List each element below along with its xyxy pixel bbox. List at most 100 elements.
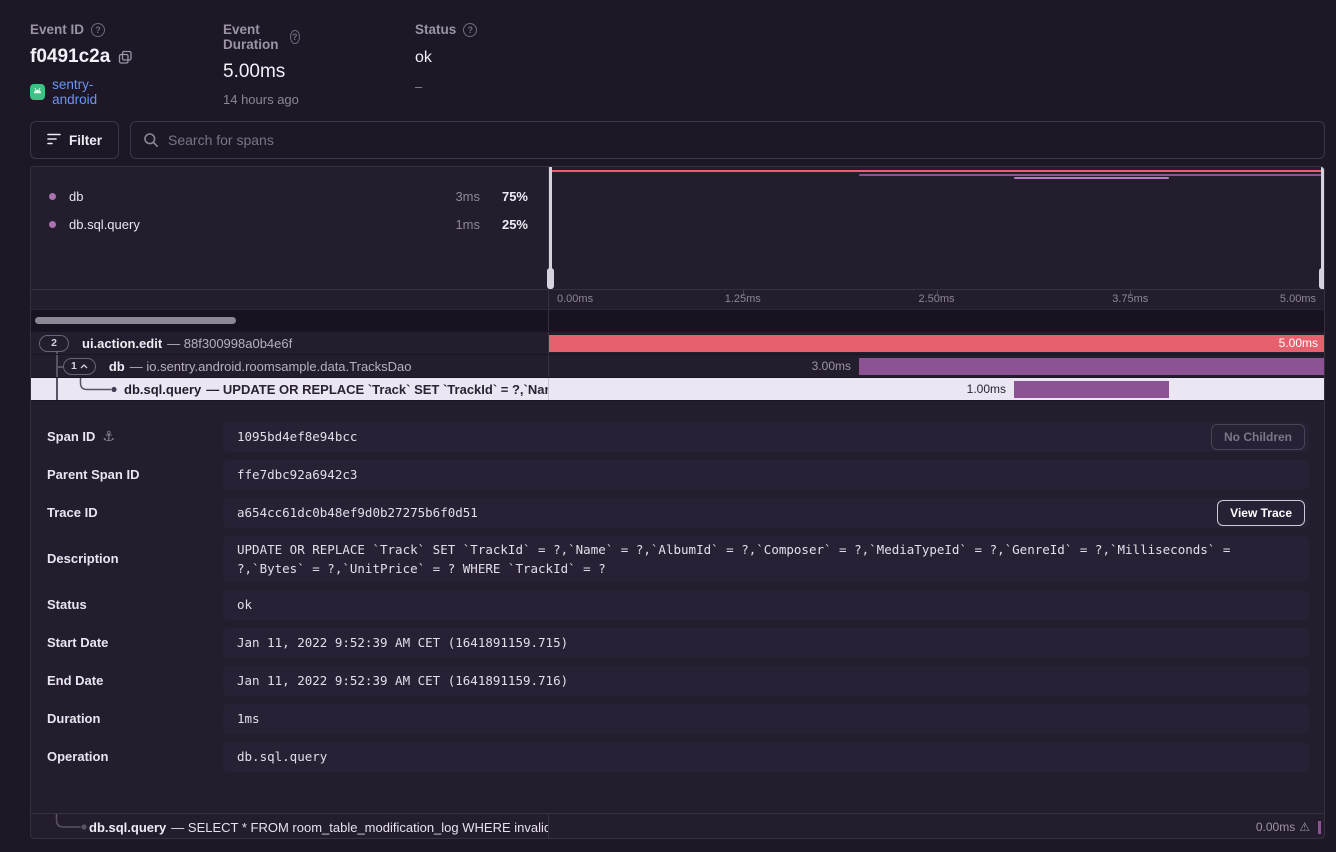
time-axis-row: 0.00ms 1.25ms 2.50ms 3.75ms 5.00ms [31, 289, 1324, 309]
time-axis: 0.00ms 1.25ms 2.50ms 3.75ms 5.00ms [549, 290, 1324, 309]
op-duration: 1ms [432, 217, 480, 232]
minimap-right-handle[interactable] [1321, 167, 1324, 289]
ops-breakdown-item-db[interactable]: db 3ms 75% [31, 182, 548, 210]
status-row-label: Status [47, 590, 87, 620]
span-op: db.sql.query [124, 382, 201, 397]
event-duration-ago: 14 hours ago [223, 92, 300, 107]
span-duration-label: 0.00ms [1256, 814, 1295, 839]
minimap-left-handle[interactable] [549, 167, 552, 289]
horizontal-scrollbar-thumb[interactable] [35, 317, 236, 324]
ops-breakdown: db 3ms 75% db.sql.query 1ms 25% [31, 167, 549, 289]
no-children-badge: No Children [1211, 424, 1305, 450]
event-id-value: f0491c2a [30, 46, 110, 68]
scroll-strip [31, 309, 1324, 331]
span-op: db [109, 359, 125, 374]
filter-icon [47, 133, 61, 148]
axis-tick-label: 3.75ms [1112, 293, 1148, 305]
ops-breakdown-item-db-sql-query[interactable]: db.sql.query 1ms 25% [31, 210, 548, 238]
help-icon[interactable]: ? [463, 23, 477, 37]
op-name: db.sql.query [69, 217, 432, 232]
span-id-value: 1095bd4ef8e94bcc No Children [223, 422, 1309, 452]
span-row-ui-action-edit[interactable]: 2 ui.action.edit — 88f300998a0b4e6f 5.00… [31, 331, 1324, 354]
span-description: — io.sentry.android.roomsample.data.Trac… [130, 359, 412, 374]
toolbar: Filter [30, 121, 1325, 159]
start-date-value: Jan 11, 2022 9:52:39 AM CET (1641891159.… [223, 628, 1309, 658]
span-duration-label: 5.00ms [1279, 332, 1318, 355]
help-icon[interactable]: ? [91, 23, 105, 37]
vertical-scrollbar-thumb[interactable] [1324, 405, 1325, 833]
copy-icon[interactable] [118, 50, 133, 65]
project-link[interactable]: sentry-android [52, 77, 133, 107]
span-children-badge[interactable]: 1 [63, 358, 96, 375]
op-color-dot [49, 221, 56, 228]
span-row-db-sql-query-selected[interactable]: db.sql.query — UPDATE OR REPLACE `Track`… [31, 377, 1324, 400]
help-icon[interactable]: ? [290, 30, 300, 44]
event-id-label: Event ID [30, 22, 84, 37]
minimap-span-line [859, 174, 1324, 176]
operation-value: db.sql.query [223, 742, 1309, 772]
status-value: ok [415, 49, 477, 67]
tree-connector [55, 814, 95, 839]
anchor-icon[interactable]: ⚓ [102, 422, 115, 452]
span-description: — UPDATE OR REPLACE `Track` SET `TrackId… [206, 382, 549, 397]
warning-icon: ⚠ [1299, 814, 1310, 839]
span-op: ui.action.edit [82, 336, 162, 351]
event-duration-label: Event Duration [223, 22, 283, 52]
event-id-label-row: Event ID ? [30, 22, 133, 37]
axis-tick-label: 1.25ms [725, 293, 761, 305]
span-row-db-sql-query-select[interactable]: db.sql.query — SELECT * FROM room_table_… [31, 813, 1324, 839]
status-sub: – [415, 79, 477, 94]
axis-tick-label: 0.00ms [557, 293, 593, 305]
duration-row-value: 1ms [223, 704, 1309, 734]
span-bar[interactable] [1014, 381, 1169, 398]
start-date-label: Start Date [47, 628, 108, 658]
parent-span-id-label: Parent Span ID [47, 460, 139, 490]
minimap-span-line [549, 170, 1324, 172]
view-trace-button[interactable]: View Trace [1217, 500, 1305, 526]
span-op: db.sql.query [89, 820, 166, 835]
parent-span-id-value: ffe7dbc92a6942c3 [223, 460, 1309, 490]
span-description: — SELECT * FROM room_table_modification_… [171, 820, 549, 835]
trace-view-panel: db 3ms 75% db.sql.query 1ms 25% [30, 166, 1325, 839]
end-date-label: End Date [47, 666, 103, 696]
android-project-icon [30, 84, 45, 100]
minimap-row: db 3ms 75% db.sql.query 1ms 25% [31, 167, 1324, 289]
filter-button[interactable]: Filter [30, 121, 119, 159]
span-bar [1318, 821, 1321, 834]
span-row-db[interactable]: 1 db — io.sentry.android.roomsample.data… [31, 354, 1324, 377]
event-duration-value: 5.00ms [223, 61, 300, 83]
op-color-dot [49, 193, 56, 200]
filter-button-label: Filter [69, 133, 102, 148]
description-value: UPDATE OR REPLACE `Track` SET `TrackId` … [223, 536, 1309, 582]
status-label: Status [415, 22, 456, 37]
tree-connector [56, 378, 58, 400]
end-date-value: Jan 11, 2022 9:52:39 AM CET (1641891159.… [223, 666, 1309, 696]
span-duration-label: 3.00ms [812, 355, 851, 378]
span-id-label: Span ID [47, 422, 95, 452]
op-duration: 3ms [432, 189, 480, 204]
op-percent: 25% [492, 217, 528, 232]
event-id-section: Event ID ? f0491c2a s [30, 22, 133, 107]
span-children-badge[interactable]: 2 [39, 335, 69, 352]
chevron-up-icon [80, 364, 88, 369]
status-row-value: ok [223, 590, 1309, 620]
status-section: Status ? ok – [415, 22, 477, 94]
tree-connector [56, 352, 58, 354]
span-duration-label: 1.00ms [967, 378, 1006, 401]
tree-connector [56, 366, 63, 368]
op-percent: 75% [492, 189, 528, 204]
description-label: Description [47, 544, 119, 574]
minimap-span-line [1014, 177, 1169, 179]
span-detail-panel: Span ID ⚓ 1095bd4ef8e94bcc No Children P… [31, 400, 1324, 813]
trace-id-label: Trace ID [47, 498, 98, 528]
span-description: — 88f300998a0b4e6f [167, 336, 292, 351]
trace-minimap[interactable] [549, 167, 1324, 289]
search-input[interactable] [168, 132, 1312, 148]
trace-id-value: a654cc61dc0b48ef9d0b27275b6f0d51 View Tr… [223, 498, 1309, 528]
search-icon [143, 132, 159, 148]
op-name: db [69, 189, 432, 204]
span-search[interactable] [130, 121, 1325, 159]
span-bar[interactable] [859, 358, 1324, 375]
duration-row-label: Duration [47, 704, 100, 734]
span-bar[interactable] [549, 335, 1324, 352]
